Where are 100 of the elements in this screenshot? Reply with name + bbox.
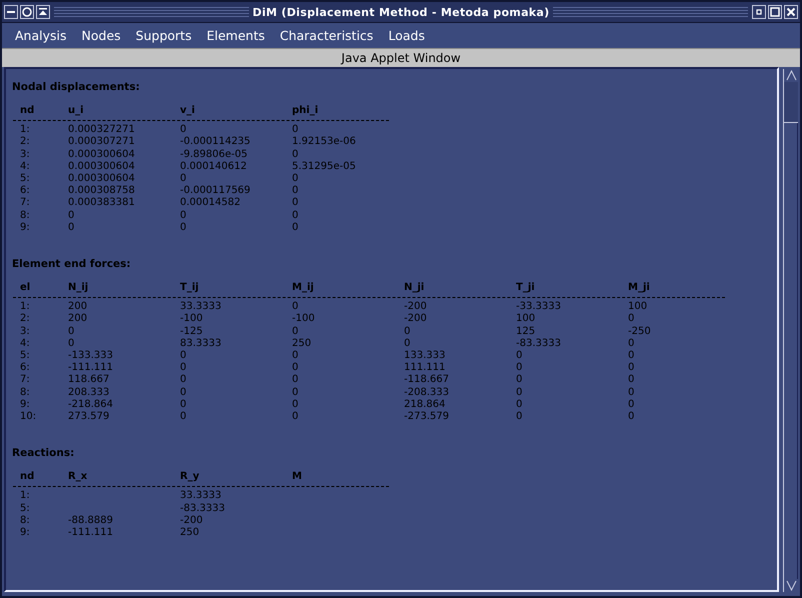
menu-item[interactable]: Supports bbox=[136, 28, 192, 43]
applet-banner: Java Applet Window bbox=[2, 48, 800, 67]
table-cell-text: -100 bbox=[180, 313, 204, 326]
table-cell-text: -200 bbox=[180, 514, 204, 528]
table-cell-text: 5.31295e-05 bbox=[292, 160, 357, 174]
table-cell-text: 0 bbox=[68, 210, 76, 222]
column-header: phi_i bbox=[292, 105, 320, 118]
table-cell-text: 0 bbox=[180, 222, 188, 234]
table-cell-text: 0 bbox=[516, 374, 524, 387]
table-cell-text: -200 bbox=[404, 301, 428, 314]
table-cell-text: 1: bbox=[20, 301, 31, 314]
table-cell-text: 3: bbox=[20, 148, 31, 161]
table-cell-text: 8: bbox=[20, 386, 31, 399]
table-cell-text: 0 bbox=[292, 197, 300, 210]
table-cell-text: 0 bbox=[628, 313, 636, 326]
menu-item[interactable]: Characteristics bbox=[280, 28, 374, 43]
table-cell-text: 33.3333 bbox=[180, 490, 222, 503]
table-cell-text: 0.000327271 bbox=[68, 124, 136, 136]
table-cell-text: 0.000307271 bbox=[68, 136, 136, 149]
table-cell-text: 4: bbox=[20, 338, 31, 350]
table-cell-text: 0.000383381 bbox=[68, 197, 136, 210]
table-cell-text: -33.3333 bbox=[516, 301, 562, 314]
scrollbar[interactable] bbox=[783, 69, 798, 592]
table-cell-text: 0 bbox=[628, 411, 636, 424]
table-cell-text: -111.111 bbox=[68, 362, 114, 374]
table-cell-text: -218.864 bbox=[68, 398, 114, 412]
table-cell-text: 0 bbox=[68, 326, 76, 338]
table-cell-text: 0 bbox=[292, 386, 300, 399]
table-cell-text: 2: bbox=[20, 136, 31, 149]
table-cell-text: 218.864 bbox=[404, 398, 446, 412]
table-cell-text: 0 bbox=[180, 173, 188, 186]
table-cell-text: 5: bbox=[20, 502, 31, 515]
table-cell-text: 0 bbox=[292, 173, 300, 186]
close-icon[interactable] bbox=[784, 5, 798, 19]
table-cell-text: 0 bbox=[292, 411, 300, 424]
table-cell-text: 0 bbox=[628, 374, 636, 387]
table-cell-text: -250 bbox=[628, 326, 652, 338]
table-cell-text: 6: bbox=[20, 362, 31, 374]
table-cell-text: 4: bbox=[20, 160, 31, 174]
minimize-icon[interactable] bbox=[4, 5, 18, 19]
table-cell-text: 6: bbox=[20, 185, 31, 198]
table-cell-text: 7: bbox=[20, 197, 31, 210]
table-cell-text: 111.111 bbox=[404, 362, 446, 374]
table-cell-text: 0 bbox=[404, 326, 412, 338]
table-cell-text: 2: bbox=[20, 313, 31, 326]
table-cell-text: 0 bbox=[292, 210, 300, 222]
column-header: nd bbox=[20, 105, 36, 118]
column-header: nd bbox=[20, 471, 36, 484]
scroll-thumb[interactable] bbox=[784, 82, 798, 123]
table-cell-text: 0 bbox=[516, 398, 524, 412]
table-cell-text: 200 bbox=[68, 313, 88, 326]
table-cell-text: 125 bbox=[516, 326, 536, 338]
menu-item[interactable]: Elements bbox=[206, 28, 265, 43]
table-cell-text: -100 bbox=[292, 313, 316, 326]
table-cell-text: 0 bbox=[180, 124, 188, 136]
table-cell-text: 9: bbox=[20, 222, 31, 234]
table-cell-text: 200 bbox=[68, 301, 88, 314]
table-cell-text: 0.000140612 bbox=[180, 160, 248, 174]
menu-item[interactable]: Loads bbox=[388, 28, 425, 43]
circle-icon[interactable] bbox=[20, 5, 34, 19]
table-cell-text: -111.111 bbox=[68, 527, 114, 540]
table-cell-text: 0 bbox=[68, 222, 76, 234]
restore-icon[interactable] bbox=[752, 5, 766, 19]
table-cell-text: 0 bbox=[292, 326, 300, 338]
table-cell-text: 100 bbox=[516, 313, 536, 326]
table-cell-text: 0 bbox=[292, 398, 300, 412]
scroll-down-icon[interactable] bbox=[786, 580, 796, 591]
table-cell-text: 8: bbox=[20, 210, 31, 222]
table-cell-text: -133.333 bbox=[68, 350, 114, 362]
table-cell-text: 273.579 bbox=[68, 411, 110, 424]
table-cell-text: 0.00014582 bbox=[180, 197, 242, 210]
table-cell-text: 7: bbox=[20, 374, 31, 387]
eject-icon[interactable] bbox=[36, 5, 50, 19]
maximize-icon[interactable] bbox=[768, 5, 782, 19]
table-cell-text: 1.92153e-06 bbox=[292, 136, 357, 149]
scroll-up-icon[interactable] bbox=[786, 70, 796, 81]
table-cell-text: 100 bbox=[628, 301, 648, 314]
column-header: M_ji bbox=[628, 282, 651, 294]
table-cell-text: 0.000300604 bbox=[68, 160, 136, 174]
table-cell-text: 0 bbox=[516, 386, 524, 399]
menu-item[interactable]: Nodes bbox=[82, 28, 121, 43]
column-header: v_i bbox=[180, 105, 196, 118]
table-cell-text: 0 bbox=[68, 338, 76, 350]
table-cell-text: 1: bbox=[20, 124, 31, 136]
table-cell-text: 0 bbox=[292, 222, 300, 234]
table-cell-text: -0.000114235 bbox=[180, 136, 252, 149]
table-cell-text: 8: bbox=[20, 514, 31, 528]
column-header: R_y bbox=[180, 471, 200, 484]
table-cell-text: 1: bbox=[20, 490, 31, 503]
table-cell-text: -118.667 bbox=[404, 374, 450, 387]
window-title: DiM (Displacement Method - Metoda pomaka) bbox=[252, 6, 550, 18]
section-title: Element end forces: bbox=[12, 258, 132, 270]
table-cell-text: -83.3333 bbox=[180, 502, 226, 515]
table-cell-text: 250 bbox=[292, 338, 312, 350]
table-cell-text: -200 bbox=[404, 313, 428, 326]
menu-item[interactable]: Analysis bbox=[15, 28, 67, 43]
table-cell-text: 0 bbox=[180, 398, 188, 412]
table-cell-text: 0 bbox=[628, 338, 636, 350]
table-cell-text: 0 bbox=[180, 411, 188, 424]
column-header: R_x bbox=[68, 471, 88, 484]
